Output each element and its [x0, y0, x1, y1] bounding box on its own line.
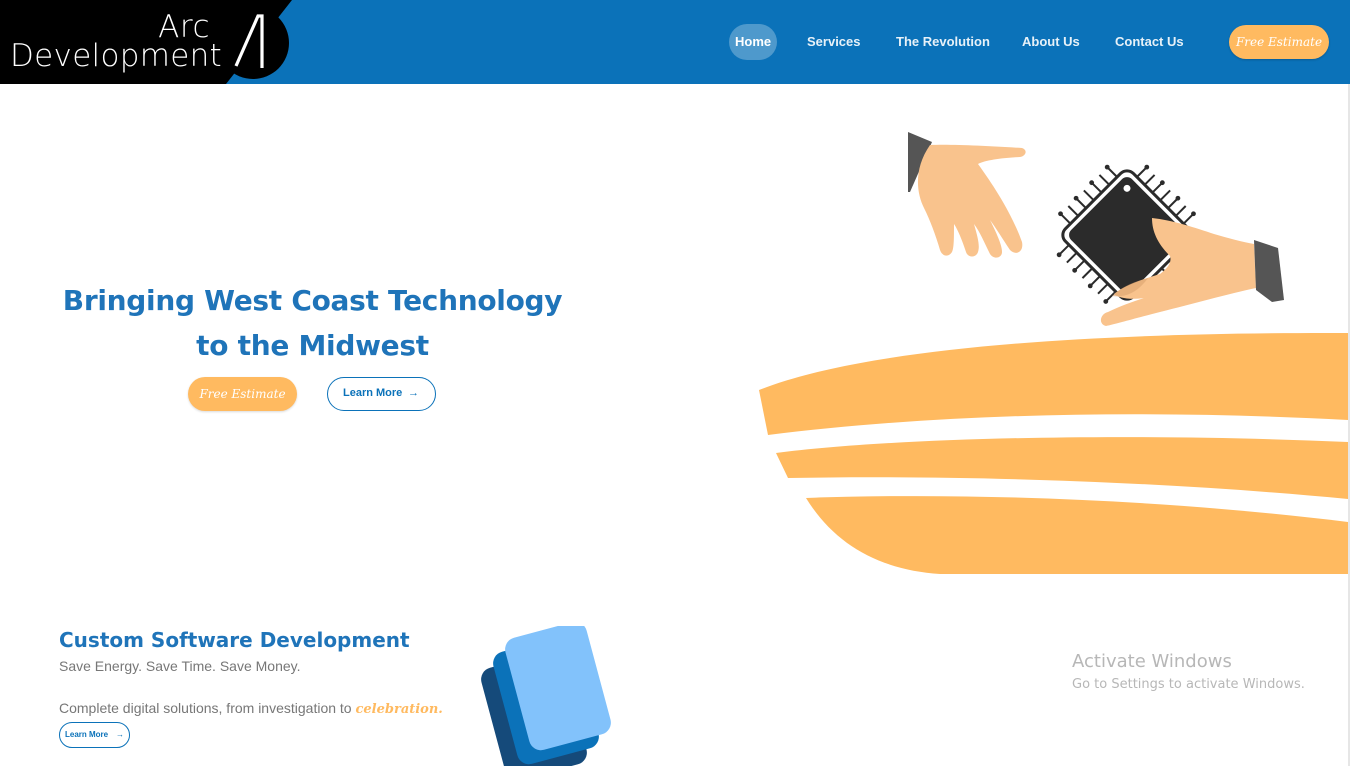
logo-text-development: Development	[10, 38, 222, 74]
arrow-right-icon: →	[116, 730, 124, 739]
activate-windows-title: Activate Windows	[1072, 651, 1232, 672]
logo[interactable]: Arc Development	[0, 0, 292, 84]
hero-illustration	[759, 132, 1348, 574]
services-subtitle: Save Energy. Save Time. Save Money.	[59, 658, 301, 674]
services-highlight: celebration.	[355, 702, 443, 717]
orange-wave-2	[776, 437, 1348, 499]
tab-contact-us[interactable]: Contact Us	[1115, 24, 1184, 60]
tab-home[interactable]: Home	[729, 24, 778, 60]
hero-learn-more-label: Learn More	[343, 387, 403, 399]
orange-wave-3	[806, 496, 1348, 574]
app-bar: Arc Development Home Services The Revolu…	[0, 0, 1350, 84]
services-description-text: Complete digital solutions, from investi…	[59, 700, 352, 716]
services-learn-more-label: Learn More	[65, 730, 109, 739]
tab-services[interactable]: Services	[807, 24, 861, 60]
hero-learn-more-button[interactable]: Learn More →	[327, 377, 436, 411]
tab-the-revolution[interactable]: The Revolution	[896, 24, 990, 60]
arrow-right-icon: →	[408, 387, 419, 399]
tab-about-us[interactable]: About Us	[1022, 24, 1080, 60]
hero-free-estimate-button[interactable]: Free Estimate	[188, 377, 297, 411]
hand-left-icon	[908, 132, 1026, 258]
activate-windows-subtitle: Go to Settings to activate Windows.	[1072, 677, 1305, 692]
hero-title-line-1: Bringing West Coast Technology	[62, 284, 563, 317]
services-description: Complete digital solutions, from investi…	[59, 700, 443, 717]
hero-title-line-2: to the Midwest	[196, 329, 429, 362]
header-free-estimate-button[interactable]: Free Estimate	[1229, 25, 1329, 59]
orange-wave-1	[759, 332, 1348, 435]
hero-title: Bringing West Coast Technology to the Mi…	[60, 278, 565, 368]
stacked-cards-icon	[481, 626, 611, 766]
services-title: Custom Software Development	[59, 628, 410, 652]
services-learn-more-button[interactable]: Learn More →	[59, 722, 130, 748]
